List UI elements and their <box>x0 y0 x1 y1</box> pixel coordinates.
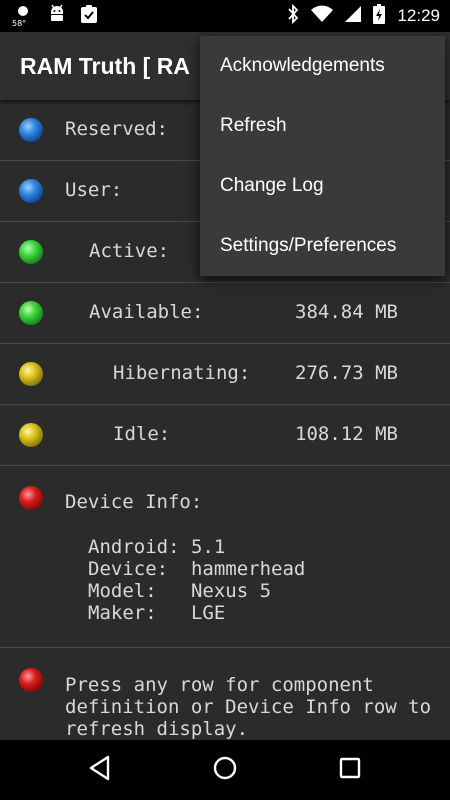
menu-item-acknowledgements[interactable]: Acknowledgements <box>200 36 445 96</box>
row-hibernating[interactable]: Hibernating: 276.73 MB <box>0 344 450 405</box>
wifi-icon <box>311 5 334 27</box>
red-ball-icon <box>19 668 43 692</box>
blue-ball-icon <box>19 179 43 203</box>
row-idle[interactable]: Idle: 108.12 MB <box>0 405 450 466</box>
row-label: User: <box>65 179 123 201</box>
row-label: Idle: <box>113 423 171 445</box>
clock: 12:29 <box>397 6 440 25</box>
recents-square-icon <box>338 756 362 784</box>
home-circle-icon <box>212 755 238 785</box>
device-info-row[interactable]: Device Info: Android: 5.1 Device: hammer… <box>0 466 450 648</box>
help-row[interactable]: Press any row for component definition o… <box>0 648 450 740</box>
device-info-title: Device Info: <box>65 491 203 513</box>
weather-icon: 58° <box>12 4 34 28</box>
temperature: 58° <box>12 19 27 28</box>
row-value: 276.73 MB <box>295 362 398 384</box>
red-ball-icon <box>19 486 43 510</box>
yellow-ball-icon <box>19 362 43 386</box>
back-button[interactable] <box>85 755 115 785</box>
row-label: Reserved: <box>65 118 168 140</box>
row-value: 108.12 MB <box>295 423 398 445</box>
row-label: Active: <box>89 240 170 262</box>
clipboard-check-icon <box>80 4 98 28</box>
device-info-maker: Maker: LGE <box>88 602 226 624</box>
row-value: 384.84 MB <box>295 301 398 323</box>
menu-item-refresh[interactable]: Refresh <box>200 96 445 156</box>
recents-button[interactable] <box>335 755 365 785</box>
row-label: Available: <box>89 301 204 323</box>
blue-ball-icon <box>19 118 43 142</box>
battery-charging-icon <box>373 4 386 28</box>
device-info-android: Android: 5.1 <box>88 536 226 558</box>
android-debug-icon <box>48 4 66 28</box>
overflow-menu: Acknowledgements Refresh Change Log Sett… <box>200 36 445 276</box>
row-label: Hibernating: <box>113 362 251 384</box>
green-ball-icon <box>19 240 43 264</box>
row-available[interactable]: Available: 384.84 MB <box>0 283 450 344</box>
menu-item-change-log[interactable]: Change Log <box>200 156 445 216</box>
menu-item-settings[interactable]: Settings/Preferences <box>200 216 445 276</box>
back-triangle-icon <box>88 755 112 785</box>
cell-signal-icon <box>345 5 362 27</box>
bluetooth-icon <box>287 3 299 28</box>
status-bar: 58° 12:29 <box>0 0 450 32</box>
green-ball-icon <box>19 301 43 325</box>
home-button[interactable] <box>210 755 240 785</box>
help-text: Press any row for component definition o… <box>65 674 432 740</box>
yellow-ball-icon <box>19 423 43 447</box>
device-info-device: Device: hammerhead <box>88 558 306 580</box>
device-info-model: Model: Nexus 5 <box>88 580 272 602</box>
app-title: RAM Truth [ RA <box>20 53 190 79</box>
navigation-bar <box>0 740 450 800</box>
